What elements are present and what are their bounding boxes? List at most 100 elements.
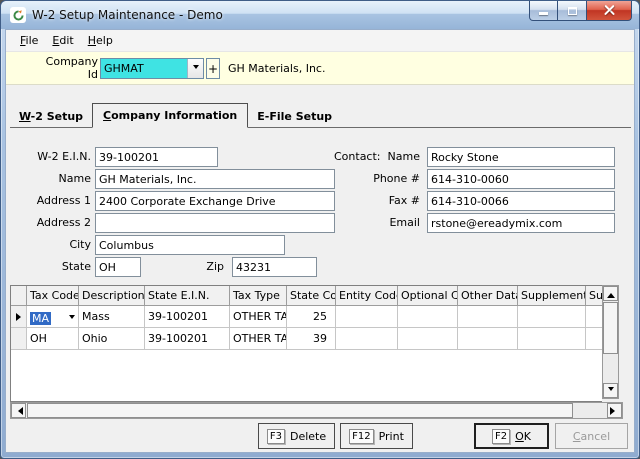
cell-other-data[interactable] xyxy=(458,306,518,328)
cell-tax-code[interactable]: OH xyxy=(27,328,79,350)
scroll-right-button[interactable] xyxy=(607,403,622,418)
add-company-button[interactable]: + xyxy=(206,58,220,79)
close-icon xyxy=(604,5,615,16)
vertical-scroll-thumb[interactable] xyxy=(603,302,618,354)
cell-supplement[interactable] xyxy=(518,306,586,328)
col-description[interactable]: Description xyxy=(79,286,145,306)
fax-field[interactable] xyxy=(427,191,615,211)
col-suppl[interactable]: Suppl xyxy=(586,286,602,306)
app-icon xyxy=(10,7,26,23)
maximize-button[interactable] xyxy=(558,1,587,21)
tab-efile-setup[interactable]: E-File Setup xyxy=(248,107,341,127)
delete-button[interactable]: F3 Delete xyxy=(258,423,335,449)
company-dropdown-button[interactable] xyxy=(187,59,203,78)
titlebar[interactable]: W-2 Setup Maintenance - Demo xyxy=(1,1,639,29)
col-supplement[interactable]: Supplement xyxy=(518,286,586,306)
window-controls xyxy=(529,1,632,21)
grid-corner-cell xyxy=(11,286,27,306)
cell-entity-code[interactable] xyxy=(336,328,398,350)
cell-entity-code[interactable] xyxy=(336,306,398,328)
scroll-left-button[interactable] xyxy=(11,403,26,418)
email-field[interactable] xyxy=(427,213,615,233)
col-tax-code[interactable]: Tax Code xyxy=(27,286,79,306)
cell-description[interactable]: Mass xyxy=(79,306,145,328)
cell-state-ein[interactable]: 39-100201 xyxy=(145,328,230,350)
name-field[interactable] xyxy=(95,169,335,189)
contact-prefix-label: Contact: xyxy=(334,150,381,163)
delete-button-label: Delete xyxy=(290,430,326,443)
scroll-down-button[interactable] xyxy=(603,383,618,398)
col-state-code[interactable]: State Code xyxy=(287,286,336,306)
col-entity-code[interactable]: Entity Code xyxy=(336,286,398,306)
menubar: File Edit Help xyxy=(6,30,634,52)
company-id-label: Company Id xyxy=(40,55,98,81)
tab-w2-setup[interactable]: W-2 Setup xyxy=(10,107,92,127)
email-label: Email xyxy=(334,216,420,229)
state-field[interactable] xyxy=(95,257,141,277)
print-button-label: Print xyxy=(379,430,404,443)
menu-help[interactable]: Help xyxy=(81,32,120,49)
f12-keycap: F12 xyxy=(349,429,373,444)
ok-button-label: OK xyxy=(515,430,531,443)
f2-keycap: F2 xyxy=(492,429,510,444)
contact-name-field[interactable] xyxy=(427,147,615,167)
tab-strip: W-2 Setup Company Information E-File Set… xyxy=(10,103,631,128)
grid-horizontal-scrollbar[interactable] xyxy=(10,402,623,419)
col-optional-co[interactable]: Optional Co xyxy=(398,286,458,306)
grid-row-oh[interactable]: OH Ohio 39-100201 OTHER TAX 39 xyxy=(11,328,602,350)
phone-field[interactable] xyxy=(427,169,615,189)
ok-button[interactable]: F2 OK xyxy=(474,423,549,449)
company-id-combobox[interactable]: GHMAT xyxy=(100,58,204,79)
cancel-button[interactable]: Cancel xyxy=(555,423,628,449)
col-tax-type[interactable]: Tax Type xyxy=(230,286,287,306)
selected-cell-text: MA xyxy=(30,312,51,325)
address1-field[interactable] xyxy=(95,191,335,211)
print-button[interactable]: F12 Print xyxy=(340,423,413,449)
row-selector xyxy=(11,328,27,350)
maximize-icon xyxy=(568,7,577,15)
minimize-button[interactable] xyxy=(529,1,558,21)
horizontal-scroll-thumb[interactable] xyxy=(27,403,573,418)
menu-edit[interactable]: Edit xyxy=(45,32,80,49)
arrow-left-icon xyxy=(14,407,23,415)
cell-tax-type[interactable]: OTHER TAX xyxy=(230,306,287,328)
zip-label: Zip xyxy=(136,260,224,273)
state-label: State xyxy=(6,260,91,273)
grid-row-ma[interactable]: MA Mass 39-100201 OTHER TAX 25 xyxy=(11,306,602,328)
cell-state-code[interactable]: 25 xyxy=(287,306,336,328)
zip-field[interactable] xyxy=(232,257,317,277)
fax-label: Fax # xyxy=(334,194,420,207)
cell-optional-co[interactable] xyxy=(398,328,458,350)
cell-dropdown-icon[interactable] xyxy=(69,315,75,322)
cell-description[interactable]: Ohio xyxy=(79,328,145,350)
name-label: Name xyxy=(6,172,91,185)
grid-header-row: Tax Code Description State E.I.N. Tax Ty… xyxy=(11,286,602,306)
tab-company-information[interactable]: Company Information xyxy=(92,103,248,128)
w2-ein-field[interactable] xyxy=(95,147,218,167)
cell-tax-code[interactable]: MA xyxy=(27,306,79,328)
cell-state-ein[interactable]: 39-100201 xyxy=(145,306,230,328)
company-id-value[interactable]: GHMAT xyxy=(101,59,187,78)
f3-keycap: F3 xyxy=(267,429,285,444)
cell-optional-co[interactable] xyxy=(398,306,458,328)
menu-file[interactable]: File xyxy=(13,32,45,49)
col-state-ein[interactable]: State E.I.N. xyxy=(145,286,230,306)
cell-tax-type[interactable]: OTHER TAX xyxy=(230,328,287,350)
cell-suppl[interactable] xyxy=(586,328,602,350)
contact-name-label-group: Contact: Name xyxy=(334,150,420,163)
cell-supplement[interactable] xyxy=(518,328,586,350)
close-button[interactable] xyxy=(587,1,632,21)
cell-state-code[interactable]: 39 xyxy=(287,328,336,350)
address2-field[interactable] xyxy=(95,213,335,233)
contact-name-label: Name xyxy=(388,150,420,163)
cell-other-data[interactable] xyxy=(458,328,518,350)
city-label: City xyxy=(6,238,91,251)
grid-vertical-scrollbar[interactable] xyxy=(602,285,619,399)
client-area: File Edit Help Company Id GHMAT + GH Mat… xyxy=(5,29,635,453)
city-field[interactable] xyxy=(95,235,285,255)
company-name-text: GH Materials, Inc. xyxy=(228,62,325,75)
cell-suppl[interactable] xyxy=(586,306,602,328)
col-other-data[interactable]: Other Data xyxy=(458,286,518,306)
scroll-up-button[interactable] xyxy=(603,286,618,301)
app-window: W-2 Setup Maintenance - Demo File Edit H… xyxy=(0,0,640,459)
